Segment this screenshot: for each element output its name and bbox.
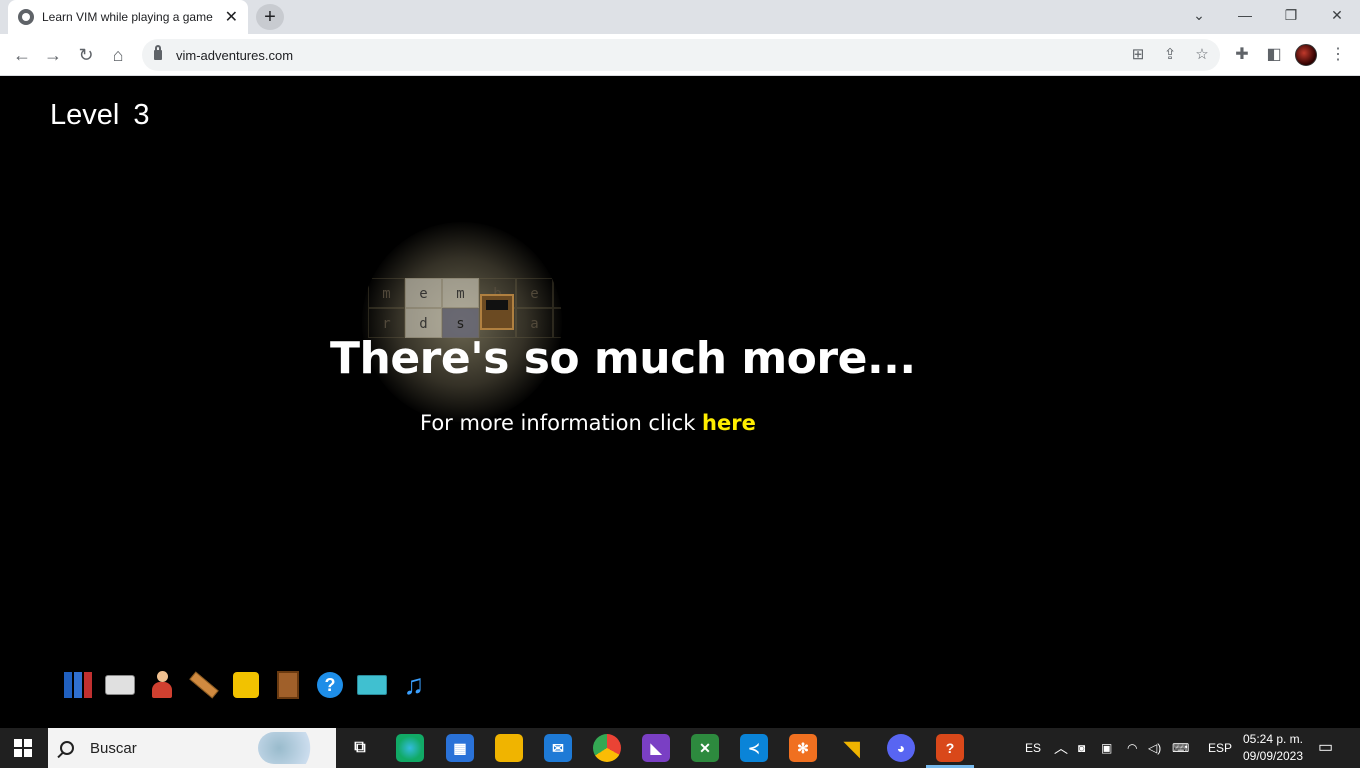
address-bar[interactable]: vim-adventures.com ⊞ ⇪ ☆ [142,39,1220,71]
grid-cell: m [368,278,405,308]
forward-arrow-icon[interactable]: → [40,42,66,68]
home-icon[interactable]: ⌂ [105,42,131,68]
browser-toolbar: ← → ↻ ⌂ vim-adventures.com ⊞ ⇪ ☆ ✚ ◧ ⋮ [0,34,1360,76]
letter-grid: m e m b e r d s a [362,222,562,422]
game-canvas[interactable]: Level 3 m e m b e r d s a There's so much… [0,77,1360,728]
grid-cell: e [405,278,442,308]
chrome-icon[interactable] [593,734,621,762]
search-icon [60,741,74,755]
grid-cell: m [442,278,479,308]
translate-icon[interactable]: ⊞ [1126,39,1150,71]
input-language[interactable]: ES [1025,728,1041,768]
discord-icon[interactable]: ◕ [887,734,915,762]
store-icon[interactable]: ▦ [446,734,474,762]
lock-icon[interactable] [154,45,162,60]
taskbar: Buscar ⧉ ▦ ✉ ◣ ✕ ≺ ✻ ◥ ◕ ? ES ︿ ◙ ▣ ◠ ◁)… [0,728,1360,768]
url-text[interactable]: vim-adventures.com [176,48,293,63]
new-tab-button[interactable]: + [256,4,284,30]
clock[interactable]: 05:24 p. m. 09/09/2023 [1238,731,1308,765]
clock-date: 09/09/2023 [1242,749,1304,763]
browser-tab[interactable]: Learn VIM while playing a game ✕ [8,0,248,34]
game-toolbar: ? ♫ [62,669,430,701]
info-label: For more information click [420,411,703,435]
share-icon[interactable]: ⇪ [1158,39,1182,71]
grid-cell [553,278,562,308]
ruler-icon[interactable] [188,669,220,701]
search-placeholder: Buscar [90,739,137,757]
file-explorer-icon[interactable] [495,734,523,762]
edge-icon[interactable] [396,734,424,762]
puzzle-icon[interactable] [230,669,262,701]
xampp-icon[interactable]: ✻ [789,734,817,762]
book-icon[interactable] [272,669,304,701]
person-icon[interactable] [146,669,178,701]
level-label: Level [50,99,120,131]
grid-cell: e [516,278,553,308]
app-icon[interactable]: ? [936,734,964,762]
music-icon[interactable]: ♫ [398,669,430,701]
tab-title: Learn VIM while playing a game [42,10,213,24]
dolphin-app-icon[interactable]: ◥ [838,734,866,762]
card-icon[interactable] [356,669,388,701]
globe-icon [18,9,34,25]
browser-tab-strip: Learn VIM while playing a game ✕ + ⌄ — ❐… [0,0,1360,34]
search-highlight-image [258,732,328,764]
side-panel-icon[interactable]: ◧ [1261,42,1287,68]
tab-search-button[interactable]: ⌄ [1176,0,1222,30]
headline-text: There's so much more... [330,333,916,384]
volume-icon[interactable]: ◁) [1148,728,1161,768]
minimize-button[interactable]: — [1222,0,1268,30]
level-indicator: Level 3 [50,99,149,132]
here-link[interactable]: here [702,411,756,435]
restore-button[interactable]: ❐ [1268,0,1314,30]
vscode-icon[interactable]: ≺ [740,734,768,762]
taskbar-search[interactable]: Buscar [48,728,336,768]
back-arrow-icon[interactable]: ← [9,42,35,68]
camera-icon[interactable]: ◙ [1078,728,1085,768]
menu-kebab-icon[interactable]: ⋮ [1325,42,1351,68]
git-app-icon[interactable]: ✕ [691,734,719,762]
extensions-icon[interactable]: ✚ [1229,42,1255,68]
treasure-chest-icon [480,294,514,330]
windows-start-icon[interactable] [14,739,32,757]
wifi-icon[interactable]: ◠ [1127,728,1137,768]
tab-close-button[interactable]: ✕ [225,7,238,27]
flashlight-view: m e m b e r d s a [362,222,562,422]
chevron-up-icon[interactable]: ︿ [1054,728,1068,768]
keyboard-icon[interactable] [104,669,136,701]
task-view-icon[interactable]: ⧉ [346,734,374,762]
display-icon[interactable]: ▣ [1101,728,1112,768]
notifications-icon[interactable]: ▭ [1318,728,1333,768]
keyboard-layout[interactable]: ESP [1208,728,1232,768]
visual-studio-icon[interactable]: ◣ [642,734,670,762]
books-icon[interactable] [62,669,94,701]
reload-icon[interactable]: ↻ [73,42,99,68]
clock-time: 05:24 p. m. [1242,732,1304,746]
bookmark-star-icon[interactable]: ☆ [1190,39,1214,71]
help-icon[interactable]: ? [314,669,346,701]
level-number: 3 [133,99,150,131]
mail-icon[interactable]: ✉ [544,734,572,762]
info-text: For more information click here [420,411,756,435]
keyboard-tray-icon[interactable]: ⌨ [1172,728,1189,768]
profile-avatar[interactable] [1295,44,1317,66]
close-window-button[interactable]: ✕ [1314,0,1360,30]
